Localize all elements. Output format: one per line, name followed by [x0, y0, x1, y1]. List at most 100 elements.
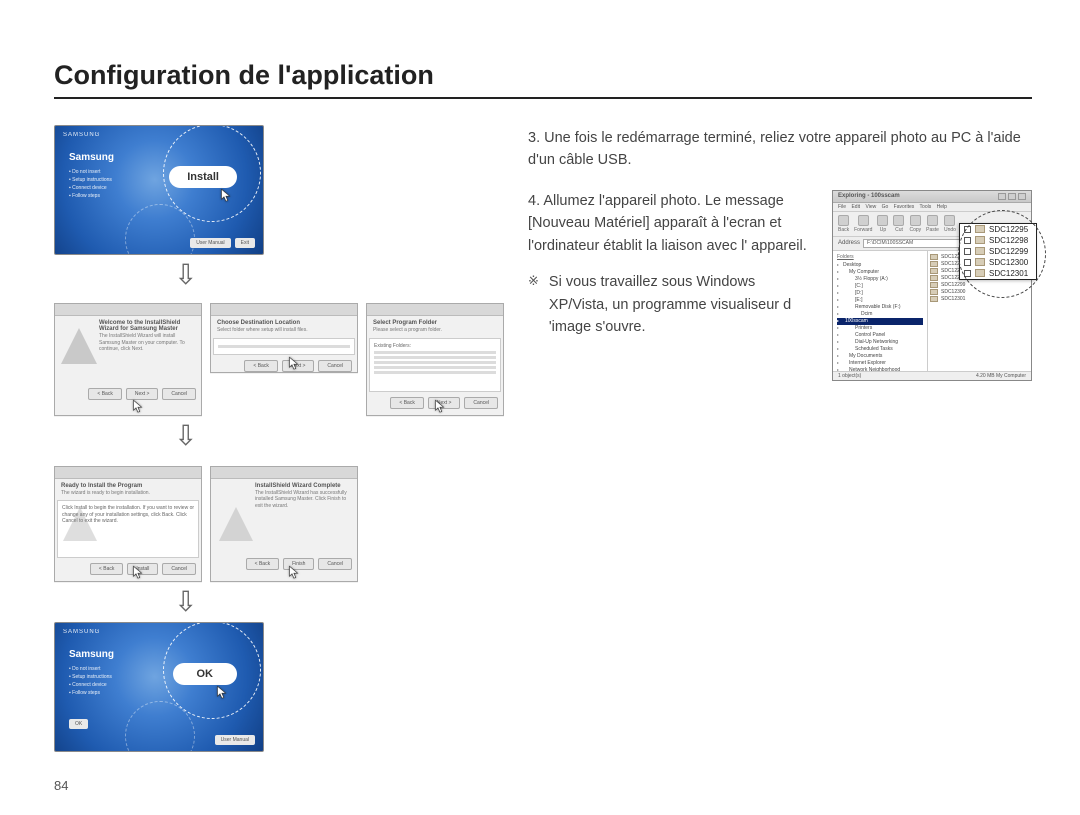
- zoom-file-row[interactable]: SDC12301: [960, 268, 1036, 279]
- menu-file[interactable]: File: [838, 204, 846, 210]
- cancel-button[interactable]: Cancel: [318, 360, 352, 372]
- tree-item[interactable]: My Computer: [837, 269, 923, 276]
- wizard-subtext: Please select a program folder.: [367, 327, 503, 338]
- step-4-wrap: 4. Allumez l'appareil photo. Le message …: [528, 190, 1032, 381]
- wizard-body: [213, 338, 355, 355]
- tree-item[interactable]: Dial-Up Networking: [837, 339, 923, 346]
- toolbar-copy[interactable]: Copy: [909, 215, 921, 233]
- menu-favorites[interactable]: Favorites: [894, 204, 915, 210]
- wizard-body-label: Existing Folders:: [374, 343, 496, 349]
- cancel-button[interactable]: Cancel: [162, 563, 196, 575]
- toolbar-forward[interactable]: Forward: [854, 215, 872, 233]
- zoom-file-row[interactable]: SDC12295: [960, 224, 1036, 235]
- install-button[interactable]: Install: [169, 166, 237, 188]
- checkbox-icon[interactable]: [964, 248, 971, 255]
- right-column: 3. Une fois le redémarrage terminé, reli…: [528, 125, 1032, 752]
- file-icon: [930, 268, 938, 274]
- file-icon: [975, 258, 985, 266]
- cursor-icon: [216, 685, 229, 705]
- tree-item[interactable]: Network Neighborhood: [837, 367, 923, 371]
- tree-item[interactable]: Internet Explorer: [837, 360, 923, 367]
- page-title: Configuration de l'application: [54, 60, 1032, 91]
- step-4-text-block: 4. Allumez l'appareil photo. Le message …: [528, 190, 812, 339]
- back-button[interactable]: < Back: [244, 360, 277, 372]
- wizard-titlebar: [367, 304, 503, 316]
- menu-go[interactable]: Go: [882, 204, 889, 210]
- step-4-text: 4. Allumez l'appareil photo. Le message …: [528, 190, 812, 257]
- checkbox-icon[interactable]: [964, 270, 971, 277]
- explorer-window: Exploring - 100sscam File Edit View Go F…: [832, 190, 1032, 381]
- cancel-button[interactable]: Cancel: [464, 397, 498, 409]
- close-icon[interactable]: [1018, 193, 1026, 200]
- exit-button[interactable]: Exit: [235, 238, 255, 248]
- wizard-titlebar: [55, 467, 201, 479]
- file-icon: [930, 296, 938, 302]
- ok-mini-button[interactable]: OK: [69, 719, 88, 729]
- wizard-program-folder: Select Program Folder Please select a pr…: [366, 303, 504, 416]
- installer-bullets: • Do not insert • Setup instructions ▪ C…: [69, 168, 112, 200]
- tree-item[interactable]: Desktop: [837, 262, 923, 269]
- ok-button[interactable]: OK: [173, 663, 238, 685]
- window-controls: [998, 193, 1026, 200]
- left-column: SAMSUNG Samsung • Do not insert • Setup …: [54, 125, 494, 752]
- menu-view[interactable]: View: [865, 204, 876, 210]
- cancel-button[interactable]: Cancel: [318, 558, 352, 570]
- zoom-file-row[interactable]: SDC12300: [960, 257, 1036, 268]
- wizard-subtext: Select folder where setup will install f…: [211, 327, 357, 338]
- file-row[interactable]: SDC12299: [930, 282, 1029, 289]
- wizard-triangle-icon: [219, 507, 253, 541]
- status-right: 4.20 MB My Computer: [976, 373, 1026, 379]
- tree-item[interactable]: My Documents: [837, 353, 923, 360]
- tree-item[interactable]: Dcim: [837, 311, 923, 318]
- tree-item[interactable]: Control Panel: [837, 332, 923, 339]
- checkbox-icon[interactable]: [964, 259, 971, 266]
- wizard-titlebar: [211, 304, 357, 316]
- installer-panel-install: SAMSUNG Samsung • Do not insert • Setup …: [54, 125, 264, 255]
- user-manual-button[interactable]: User Manual: [190, 238, 230, 248]
- tree-item[interactable]: Printers: [837, 325, 923, 332]
- paste-icon: [927, 215, 938, 226]
- wizard-footer: < Back Next > Cancel: [211, 355, 357, 378]
- tree-item[interactable]: Removable Disk (F:): [837, 304, 923, 311]
- tree-item[interactable]: [C:]: [837, 283, 923, 290]
- menu-help[interactable]: Help: [937, 204, 947, 210]
- address-value: F:\DCIM\100SSCAM: [867, 240, 913, 246]
- user-manual-button[interactable]: User Manual: [215, 735, 255, 745]
- file-row[interactable]: SDC12300: [930, 289, 1029, 296]
- cursor-icon: [288, 565, 301, 585]
- back-button[interactable]: < Back: [246, 558, 279, 570]
- maximize-icon[interactable]: [1008, 193, 1016, 200]
- menu-tools[interactable]: Tools: [920, 204, 932, 210]
- zoom-file-row[interactable]: SDC12298: [960, 235, 1036, 246]
- cancel-button[interactable]: Cancel: [162, 388, 196, 400]
- wizard-welcome: Welcome to the InstallShield Wizard for …: [54, 303, 202, 416]
- checkbox-icon[interactable]: [964, 226, 971, 233]
- file-icon: [975, 247, 985, 255]
- wizard-ready: Ready to Install the Program The wizard …: [54, 466, 202, 583]
- toolbar-back[interactable]: Back: [838, 215, 849, 233]
- file-row[interactable]: SDC12301: [930, 296, 1029, 303]
- checkbox-icon[interactable]: [964, 237, 971, 244]
- tree-item[interactable]: 3½ Floppy (A:): [837, 276, 923, 283]
- cut-icon: [893, 215, 904, 226]
- back-button[interactable]: < Back: [88, 388, 121, 400]
- back-button[interactable]: < Back: [390, 397, 423, 409]
- file-icon: [930, 282, 938, 288]
- menu-edit[interactable]: Edit: [851, 204, 860, 210]
- back-button[interactable]: < Back: [90, 563, 123, 575]
- toolbar-undo[interactable]: Undo: [944, 215, 956, 233]
- manual-page: Configuration de l'application SAMSUNG S…: [0, 0, 1080, 815]
- tree-item[interactable]: [E:]: [837, 297, 923, 304]
- zoom-file-row[interactable]: SDC12299: [960, 246, 1036, 257]
- cursor-icon: [132, 399, 145, 419]
- toolbar-paste[interactable]: Paste: [926, 215, 939, 233]
- tree-item[interactable]: Scheduled Tasks: [837, 346, 923, 353]
- minimize-icon[interactable]: [998, 193, 1006, 200]
- wizard-footer: < Back Next > Cancel: [55, 383, 201, 406]
- installer-footer-buttons: User Manual Exit: [190, 238, 255, 248]
- tree-item-selected[interactable]: 100sscam: [837, 318, 923, 325]
- toolbar-cut[interactable]: Cut: [893, 215, 904, 233]
- explorer-titlebar: Exploring - 100sscam: [833, 191, 1031, 203]
- toolbar-up[interactable]: Up: [877, 215, 888, 233]
- tree-item[interactable]: [D:]: [837, 290, 923, 297]
